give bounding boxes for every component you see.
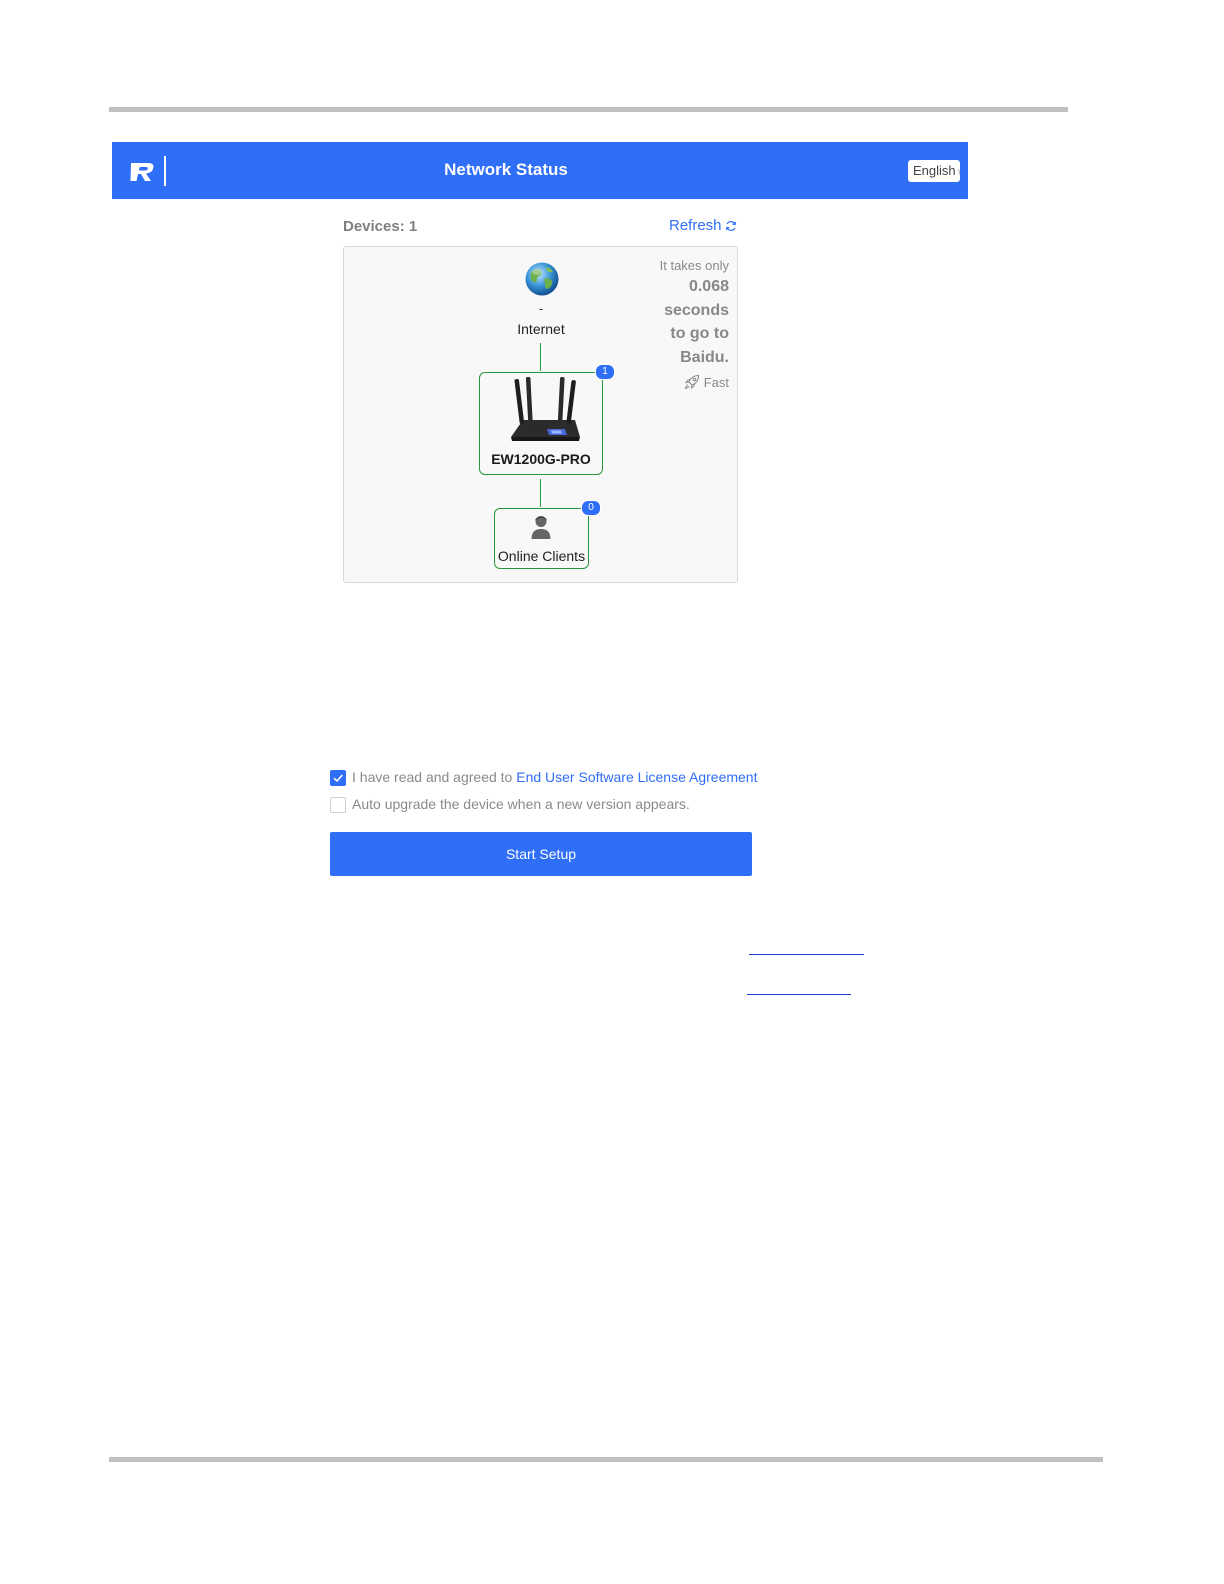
- app-header: Network Status English∨: [112, 142, 968, 199]
- link-router-clients: [540, 479, 541, 507]
- auto-upgrade-text: Auto upgrade the device when a new versi…: [352, 796, 690, 812]
- page-title: Network Status: [444, 160, 568, 179]
- user-icon: [531, 516, 551, 539]
- link-internet-router: [540, 343, 541, 371]
- check-icon: [333, 774, 343, 783]
- globe-icon: [525, 262, 559, 296]
- license-checkbox[interactable]: [330, 770, 346, 786]
- rocket-icon: [684, 374, 699, 390]
- speed-value: 0.068: [688, 278, 729, 295]
- internet-label: Internet: [517, 321, 565, 337]
- auto-upgrade-checkbox[interactable]: [330, 797, 346, 813]
- speed-rating-label: Fast: [703, 375, 729, 390]
- top-divider: [109, 107, 1068, 112]
- online-clients-node[interactable]: Online Clients: [494, 508, 589, 569]
- underline-link-2: [747, 994, 851, 995]
- license-agreement-row: I have read and agreed to End User Softw…: [330, 769, 757, 786]
- speed-line-4: Baidu.: [680, 348, 729, 366]
- chevron-down-icon: ∨: [957, 167, 960, 178]
- language-select[interactable]: English∨: [908, 160, 960, 182]
- refresh-label: Refresh: [669, 217, 722, 234]
- refresh-button[interactable]: Refresh: [669, 217, 737, 234]
- start-setup-button[interactable]: Start Setup: [330, 832, 752, 876]
- speed-line-1: It takes only: [659, 258, 729, 273]
- devices-count: Devices: 1: [343, 218, 418, 235]
- auto-upgrade-row: Auto upgrade the device when a new versi…: [330, 796, 690, 813]
- bottom-divider: [109, 1457, 1103, 1462]
- router-node[interactable]: EW1200G-PRO: [479, 372, 603, 475]
- license-agreement-link[interactable]: End User Software License Agreement: [516, 769, 757, 785]
- refresh-icon: [725, 220, 736, 232]
- online-clients-label: Online Clients: [497, 548, 586, 564]
- underline-link-1: [749, 954, 864, 955]
- internet-value: -: [538, 301, 544, 316]
- setup-options: I have read and agreed to End User Softw…: [330, 760, 762, 820]
- router-image: [511, 377, 580, 441]
- language-value: English: [913, 163, 956, 178]
- router-name: EW1200G-PRO: [491, 451, 591, 467]
- speed-rating: Fast: [609, 374, 729, 390]
- online-clients-badge: 0: [581, 500, 601, 516]
- router-badge: 1: [595, 364, 615, 380]
- license-agree-text: I have read and agreed to: [352, 769, 517, 785]
- topology-panel: It takes only 0.068 seconds to go to Bai…: [343, 246, 738, 583]
